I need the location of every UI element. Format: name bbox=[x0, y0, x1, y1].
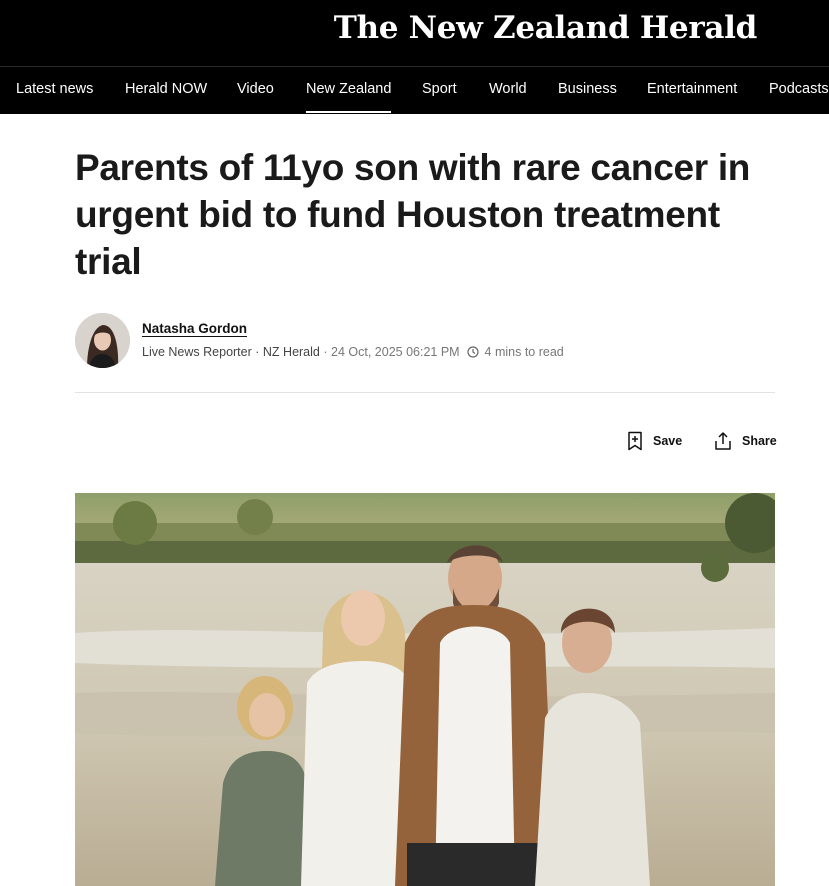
author-role: Live News Reporter bbox=[142, 345, 252, 359]
share-icon bbox=[715, 432, 731, 450]
save-label: Save bbox=[653, 434, 683, 448]
nav-link-entertainment[interactable]: Entertainment bbox=[647, 66, 737, 113]
family-beach-photo bbox=[75, 493, 775, 886]
meta-separator: · bbox=[255, 345, 260, 359]
share-button[interactable]: Share bbox=[713, 430, 777, 452]
site-logo[interactable]: The New Zealand Herald bbox=[334, 10, 758, 46]
author-name-link[interactable]: Natasha Gordon bbox=[142, 321, 247, 336]
clock-icon bbox=[467, 346, 479, 361]
nav-link-business[interactable]: Business bbox=[558, 66, 617, 113]
hero-image[interactable] bbox=[75, 493, 775, 886]
masthead: The New Zealand Herald bbox=[0, 0, 829, 66]
meta-separator: · bbox=[323, 345, 328, 359]
article-meta: Live News Reporter · NZ Herald · 24 Oct,… bbox=[142, 345, 564, 361]
byline-divider bbox=[75, 392, 775, 393]
nav-link-video[interactable]: Video bbox=[237, 66, 274, 113]
nav-link-latest-news[interactable]: Latest news bbox=[16, 66, 93, 113]
nav-link-sport[interactable]: Sport bbox=[422, 66, 457, 113]
publish-datetime: 24 Oct, 2025 06:21 PM bbox=[331, 345, 460, 359]
main-nav-links: Latest news Herald NOW Video New Zealand… bbox=[0, 66, 829, 113]
bookmark-add-icon bbox=[628, 431, 642, 451]
author-avatar[interactable] bbox=[75, 313, 130, 368]
save-button[interactable]: Save bbox=[626, 430, 682, 452]
nav-link-herald-now[interactable]: Herald NOW bbox=[125, 66, 207, 113]
nav-link-new-zealand[interactable]: New Zealand bbox=[306, 66, 392, 113]
author-outlet: NZ Herald bbox=[262, 345, 320, 359]
article-headline: Parents of 11yo son with rare cancer in … bbox=[75, 147, 751, 282]
read-time: 4 mins to read bbox=[484, 345, 564, 359]
nav-link-world[interactable]: World bbox=[489, 66, 527, 113]
share-label: Share bbox=[742, 434, 777, 448]
nav-link-podcasts[interactable]: Podcasts bbox=[769, 66, 829, 113]
